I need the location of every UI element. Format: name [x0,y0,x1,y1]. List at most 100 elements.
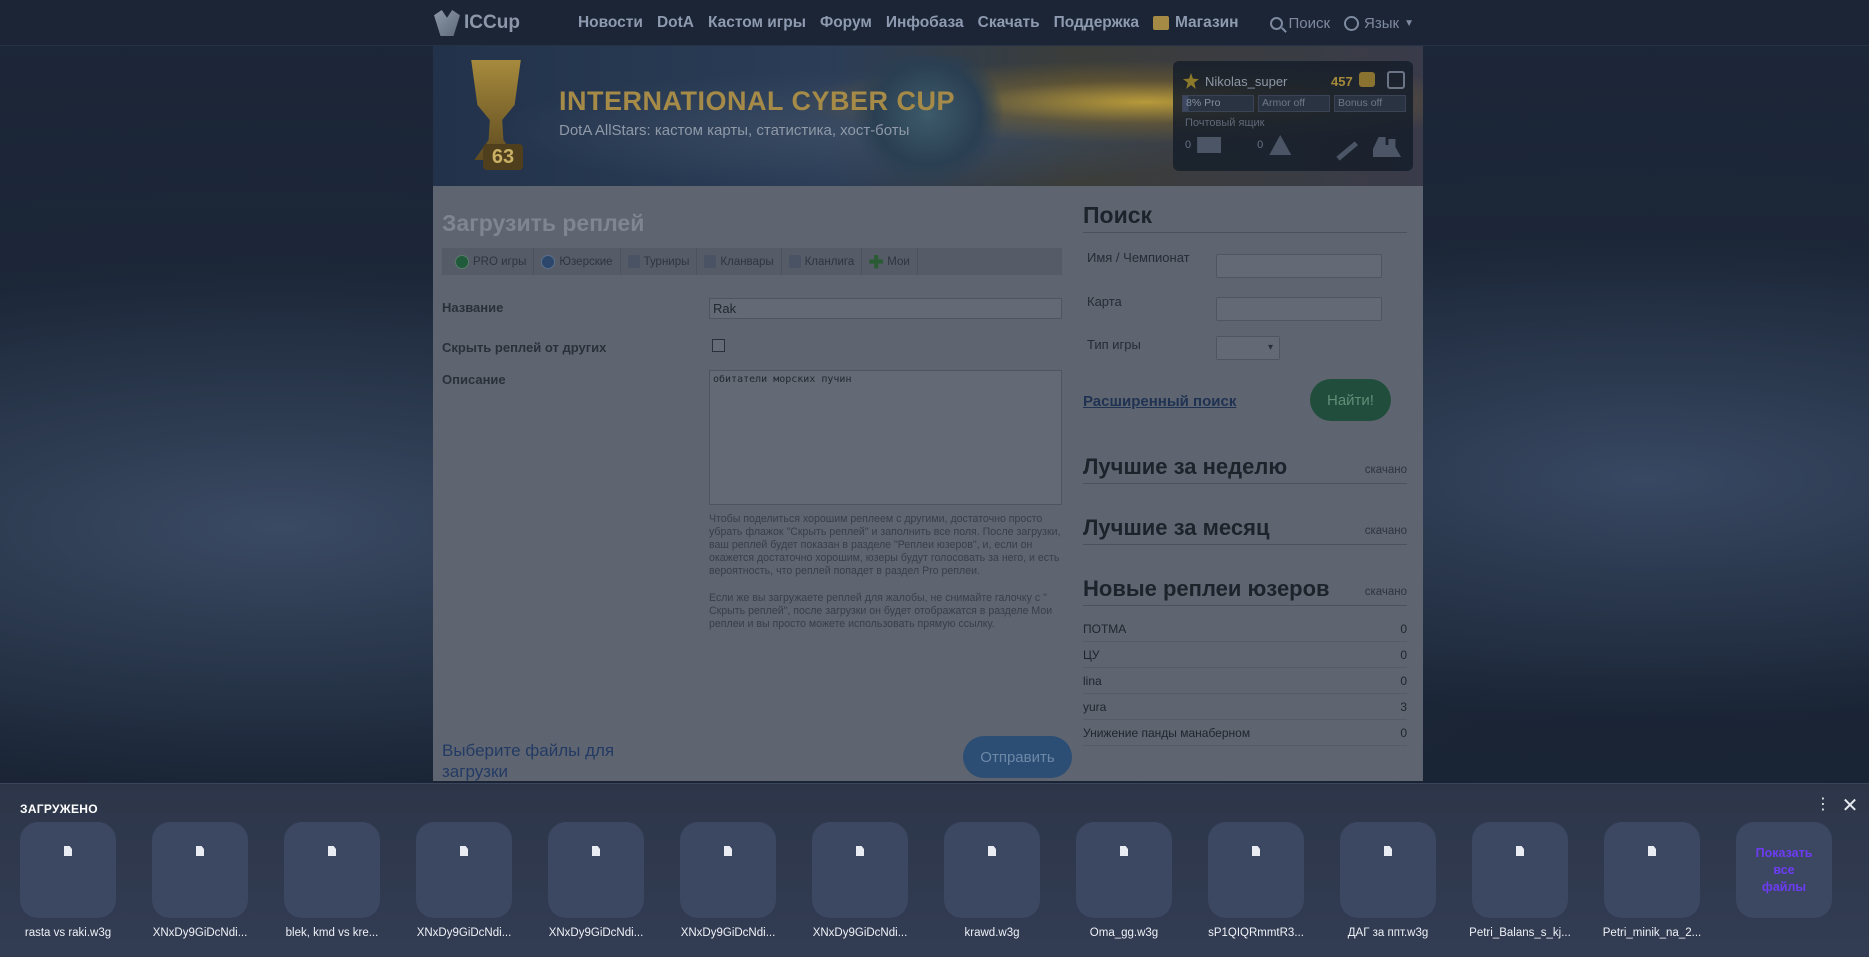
file-icon [328,846,336,856]
file-tile[interactable] [416,822,512,918]
replay-name[interactable]: Унижение панды манаберном [1083,726,1250,740]
replay-name[interactable]: lina [1083,674,1102,688]
downloaded-file[interactable]: Petri_minik_na_2... [1584,822,1704,942]
send-button[interactable]: Отправить [963,736,1072,778]
site-logo[interactable]: ICCup [434,10,520,36]
nav-item-shop[interactable]: Магазин [1152,14,1239,32]
file-icon [1120,846,1128,856]
file-tile[interactable] [1604,822,1700,918]
tab-4[interactable]: Кланлига [782,248,863,275]
best-month-title[interactable]: Лучшие за месяц [1083,515,1269,541]
users-icon[interactable] [1373,137,1401,157]
replay-download-count: 3 [1400,699,1407,714]
game-type-label: Тип игры [1087,337,1141,352]
nav-item[interactable]: Скачать [978,14,1040,32]
file-tile[interactable] [812,822,908,918]
trophy-number: 63 [483,144,523,170]
description-label: Описание [442,372,506,387]
downloaded-file[interactable]: Petri_Balans_s_kj... [1452,822,1572,942]
advanced-search-link[interactable]: Расширенный поиск [1083,393,1236,410]
replay-row[interactable]: lina 0 [1083,668,1407,694]
username[interactable]: Nikolas_super [1205,74,1287,89]
replay-name[interactable]: ЦУ [1083,648,1100,662]
banner: 63 INTERNATIONAL CYBER CUP DotA AllStars… [433,46,1423,186]
file-tile[interactable] [548,822,644,918]
chevron-down-icon: ▼ [1404,17,1414,29]
tab-0[interactable]: PRO игры [448,248,535,275]
nav-item[interactable]: Кастом игры [708,14,806,32]
new-user-replays-title[interactable]: Новые реплеи юзеров [1083,576,1330,602]
nav-item[interactable]: DotA [657,14,694,32]
coins-icon [1359,72,1375,87]
mail-count: 0 [1185,139,1192,151]
downloaded-file[interactable]: XNxDy9GiDcNdi... [792,822,912,942]
replay-row[interactable]: ПОТМА 0 [1083,616,1407,642]
description-textarea[interactable]: обитатели морских пучин [709,370,1062,505]
search-link[interactable]: Поиск [1270,15,1330,32]
top-navigation: ICCup Новости DotA Кастом игры Форум Инфобаз… [0,0,1869,46]
upload-title: Загрузить реплей [442,210,645,236]
tab-3[interactable]: Кланвары [697,248,782,275]
warning-count: 0 [1257,139,1264,151]
warning-icon[interactable] [1269,135,1292,155]
replay-name-input[interactable]: Rak [709,298,1062,319]
language-dropdown[interactable]: Язык ▼ [1344,15,1414,32]
more-icon[interactable]: ⋮ [1815,796,1831,814]
downloaded-file[interactable]: XNxDy9GiDcNdi... [132,822,252,942]
clanwar-icon [704,255,717,268]
tab-2[interactable]: Турниры [621,248,698,275]
downloaded-file[interactable]: XNxDy9GiDcNdi... [396,822,516,942]
downloaded-file[interactable]: XNxDy9GiDcNdi... [660,822,780,942]
replay-name[interactable]: yura [1083,700,1106,714]
upload-hint-share: Чтобы поделиться хорошим реплеем с други… [709,513,1061,577]
file-tile[interactable] [1340,822,1436,918]
map-input[interactable] [1216,297,1382,321]
best-week-title[interactable]: Лучшие за неделю [1083,454,1287,480]
downloads-bar: ЗАГРУЖЕНО ⋮ ✕ rasta vs raki.w3g XNxDy9GiD… [0,783,1869,957]
file-tile[interactable] [20,822,116,918]
downloaded-file[interactable]: sP1QIQRmmtR3... [1188,822,1308,942]
nav-item[interactable]: Форум [820,14,872,32]
nav-item[interactable]: Инфобаза [886,14,964,32]
armor-status-bar[interactable]: Armor off [1258,95,1330,112]
mailbox-label: Почтовый ящик [1185,117,1265,129]
downloaded-file[interactable]: rasta vs raki.w3g [0,822,120,942]
close-icon[interactable]: ✕ [1840,796,1860,816]
file-tile[interactable] [1076,822,1172,918]
mail-icon[interactable] [1197,137,1222,153]
replay-row[interactable]: ЦУ 0 [1083,642,1407,668]
nav-item[interactable]: Поддержка [1054,14,1139,32]
tournament-icon [627,255,640,268]
pro-status-bar[interactable]: 8% Pro [1182,95,1254,112]
shop-label: Магазин [1174,14,1239,31]
tab-1[interactable]: Юзерские [534,248,621,275]
replay-row[interactable]: Унижение панды манаберном 0 [1083,720,1407,746]
bonus-status-bar[interactable]: Bonus off [1334,95,1406,112]
file-icon [460,846,468,856]
wrench-icon[interactable] [1328,131,1358,161]
nav-item[interactable]: Новости [578,14,643,32]
replay-row[interactable]: yura 3 [1083,694,1407,720]
file-tile[interactable] [1472,822,1568,918]
file-tile[interactable] [152,822,248,918]
show-all-files-button[interactable]: Показать все файлы [1736,822,1832,918]
downloaded-file[interactable]: ДАГ за ппт.w3g [1320,822,1440,942]
downloaded-file[interactable]: XNxDy9GiDcNdi... [528,822,648,942]
game-type-select[interactable]: ▾ [1216,336,1280,360]
globe-icon [1344,15,1360,31]
replay-name[interactable]: ПОТМА [1083,622,1126,636]
file-tile[interactable] [1208,822,1304,918]
file-name: XNxDy9GiDcNdi... [812,927,908,939]
downloaded-file[interactable]: blek, kmd vs kre... [264,822,384,942]
file-tile[interactable] [680,822,776,918]
tab-5[interactable]: Мои [862,248,918,275]
file-tile[interactable] [944,822,1040,918]
champion-name-input[interactable] [1216,254,1382,278]
downloaded-file[interactable]: Oma_gg.w3g [1056,822,1176,942]
file-tile[interactable] [284,822,380,918]
hide-replay-checkbox[interactable] [712,339,725,352]
logout-icon[interactable] [1387,71,1405,89]
choose-files-link[interactable]: Выберите файлы для загрузки [442,740,642,782]
find-button[interactable]: Найти! [1310,379,1391,421]
downloaded-file[interactable]: krawd.w3g [924,822,1044,942]
